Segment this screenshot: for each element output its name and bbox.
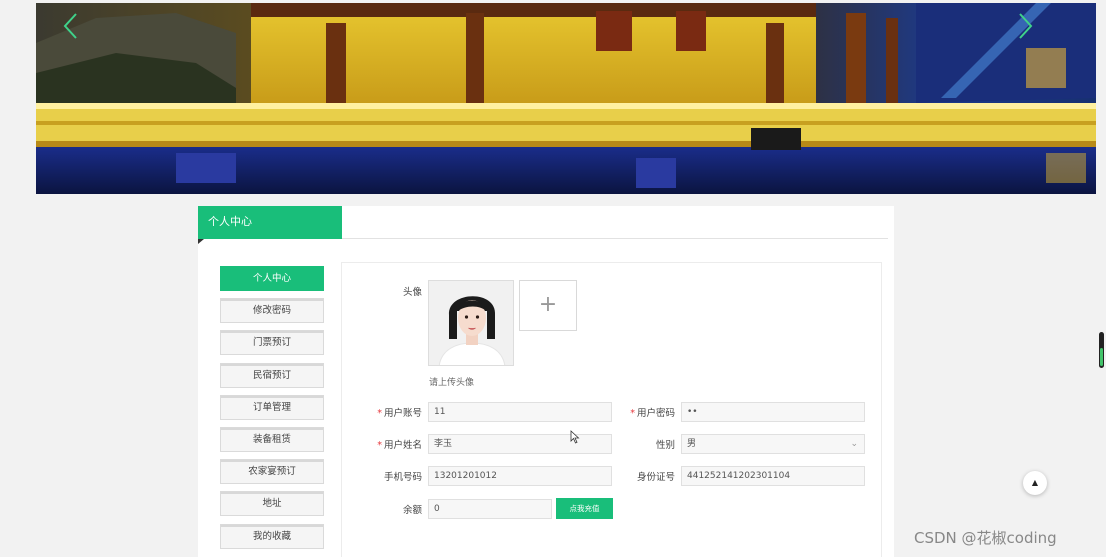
required-mark: *	[377, 440, 382, 451]
watermark: CSDN @花椒coding	[914, 529, 1057, 547]
password-label-text: 用户密码	[636, 408, 675, 419]
menu-item-change-password[interactable]: 修改密码	[220, 298, 324, 324]
account-label: * 用户账号	[342, 405, 422, 419]
id-number-label: 身份证号	[636, 472, 675, 483]
gender-select[interactable]: 男 ⌄	[681, 434, 865, 454]
sidebar-menu: 个人中心 修改密码 门票预订 民宿预订 订单管理 装备租赁 农家宴预订 地址 我…	[220, 266, 324, 556]
avatar-image	[429, 281, 513, 365]
phone-field[interactable]: 13201201012	[428, 466, 612, 486]
menu-item-order-management[interactable]: 订单管理	[220, 394, 324, 420]
avatar-label: 头像	[402, 287, 422, 298]
gender-value: 男	[687, 439, 697, 449]
menu-item-ticket-booking[interactable]: 门票预订	[220, 330, 324, 356]
account-label-text: 用户账号	[383, 408, 422, 419]
menu-item-farm-banquet-booking[interactable]: 农家宴预订	[220, 459, 324, 485]
panel-header: 个人中心	[198, 206, 888, 244]
account-field[interactable]: 11	[428, 402, 612, 422]
chevron-right-icon[interactable]	[1014, 11, 1036, 41]
balance-label: 余额	[402, 505, 422, 516]
user-center-panel: 个人中心 个人中心 修改密码 门票预订 民宿预订 订单管理 装备租赁 农家宴预订…	[198, 206, 894, 557]
password-label: * 用户密码	[595, 405, 675, 419]
menu-item-user-center[interactable]: 个人中心	[220, 266, 324, 291]
upload-avatar-button[interactable]: +	[519, 280, 577, 331]
plus-icon: +	[538, 292, 558, 317]
scrollbar-thumb[interactable]	[1099, 332, 1104, 368]
name-label-text: 用户姓名	[383, 440, 422, 451]
chevron-left-icon[interactable]	[60, 11, 82, 41]
recharge-button[interactable]: 点我充值	[556, 498, 613, 519]
mouse-cursor-icon	[570, 430, 580, 444]
gender-label: 性别	[655, 440, 675, 451]
menu-item-homestay-booking[interactable]: 民宿预订	[220, 362, 324, 388]
upload-hint: 请上传头像	[429, 378, 475, 388]
phone-label: 手机号码	[383, 472, 422, 483]
name-field[interactable]: 李玉	[428, 434, 612, 454]
menu-item-address[interactable]: 地址	[220, 491, 324, 517]
menu-item-equipment-rental[interactable]: 装备租赁	[220, 426, 324, 452]
password-field[interactable]: ••	[681, 402, 865, 422]
name-label: * 用户姓名	[342, 437, 422, 451]
banner-image	[36, 3, 1096, 194]
avatar[interactable]	[428, 280, 514, 366]
required-mark: *	[630, 408, 635, 419]
profile-form: 头像 + 请上传头像 * 用户账号 11 * 用户密码 •• * 用户姓名 李玉…	[341, 262, 882, 557]
panel-title: 个人中心	[198, 206, 342, 244]
chevron-down-icon: ⌄	[850, 439, 858, 449]
back-to-top-button[interactable]: ▲	[1023, 471, 1047, 495]
required-mark: *	[377, 408, 382, 419]
hero-banner	[36, 3, 1096, 194]
menu-item-favorites[interactable]: 我的收藏	[220, 523, 324, 549]
page: 个人中心 个人中心 修改密码 门票预订 民宿预订 订单管理 装备租赁 农家宴预订…	[0, 0, 1106, 557]
id-number-field[interactable]: 441252141202301104	[681, 466, 865, 486]
balance-field[interactable]: 0	[428, 499, 552, 519]
